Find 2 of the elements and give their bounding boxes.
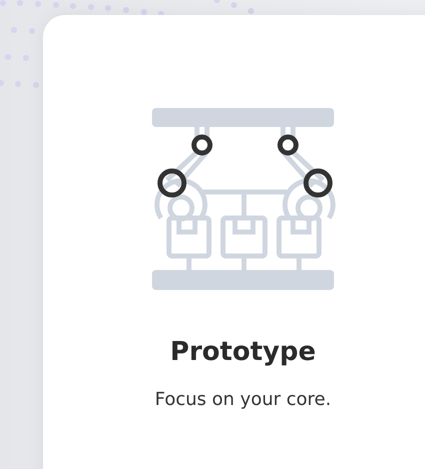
card-subtitle: Focus on your core. xyxy=(154,388,332,412)
card-title: Prototype xyxy=(170,336,316,368)
